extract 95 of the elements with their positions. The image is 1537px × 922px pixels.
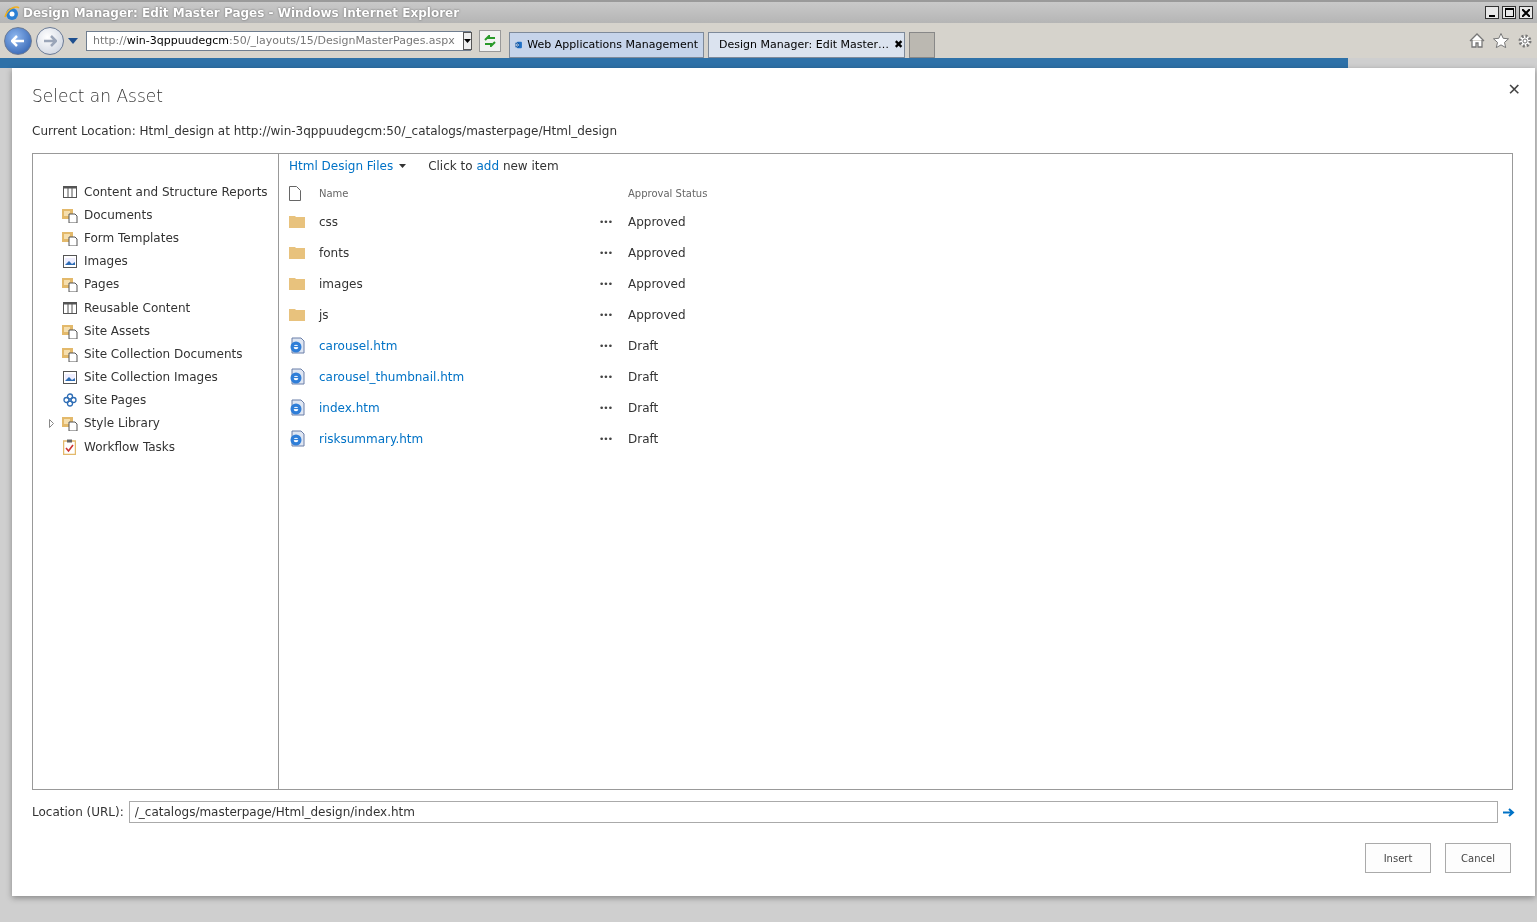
close-button[interactable] xyxy=(1519,6,1533,19)
go-arrow-icon[interactable] xyxy=(1503,807,1515,817)
item-menu-button[interactable]: ••• xyxy=(583,268,628,299)
sidebar-item[interactable]: Site Assets xyxy=(84,323,150,338)
location-label: Location (URL): xyxy=(32,805,124,819)
close-icon xyxy=(1522,8,1530,17)
browser-logo-icon xyxy=(4,4,20,21)
folder-document-icon xyxy=(61,345,78,362)
item-menu-button[interactable]: ••• xyxy=(583,423,628,454)
table-icon xyxy=(62,301,77,314)
settings-icon[interactable] xyxy=(1517,32,1533,49)
sidebar-item[interactable]: Style Library xyxy=(84,416,160,431)
caret-icon xyxy=(399,164,407,168)
approval-status: Draft xyxy=(628,368,660,386)
back-button[interactable] xyxy=(4,26,32,55)
refresh-button[interactable] xyxy=(479,29,501,52)
dropdown-caret-icon[interactable] xyxy=(68,37,78,44)
web-page-icon xyxy=(289,337,305,354)
folder-icon xyxy=(289,277,305,290)
folder-document-icon xyxy=(61,206,78,223)
file-name[interactable]: carousel_thumbnail.htm xyxy=(319,361,583,392)
approval-status: Approved xyxy=(628,244,687,262)
file-name[interactable]: js xyxy=(319,299,583,330)
document-icon xyxy=(289,185,301,201)
file-name[interactable]: fonts xyxy=(319,237,583,268)
sidebar-item[interactable]: Pages xyxy=(84,277,120,292)
view-menu[interactable]: Html Design Files xyxy=(289,159,407,173)
caret-icon xyxy=(463,38,471,43)
sidebar-item[interactable]: Workflow Tasks xyxy=(84,439,176,454)
picture-icon xyxy=(62,254,77,268)
dialog-button[interactable]: Cancel xyxy=(1445,843,1511,873)
minimize-icon xyxy=(1489,14,1495,17)
browser-tab[interactable]: Web Applications Management xyxy=(509,31,704,58)
sidebar-item[interactable]: Form Templates xyxy=(84,230,180,245)
table-icon xyxy=(62,185,77,198)
dialog-title: Select an Asset xyxy=(32,85,163,108)
expand-arrow-icon[interactable] xyxy=(49,418,54,428)
web-page-icon xyxy=(289,368,305,385)
sidebar-item[interactable]: Site Collection Images xyxy=(84,370,218,385)
dialog-button[interactable]: Insert xyxy=(1365,843,1431,873)
file-name[interactable]: risksummary.htm xyxy=(319,423,583,454)
add-link[interactable]: add xyxy=(476,159,500,173)
window-title: Design Manager: Edit Master Pages - Windows Internet Explorer xyxy=(23,5,461,20)
address-field[interactable]: http://win-3qppuudegcm:50/_layouts/15/DesignMasterPages.aspx xyxy=(86,30,471,51)
file-name[interactable]: css xyxy=(319,206,583,237)
browser-tab[interactable]: Design Manager: Edit Master… ✖ xyxy=(708,31,905,58)
item-menu-button[interactable]: ••• xyxy=(583,299,628,330)
folder-document-icon xyxy=(61,276,78,293)
picture-icon xyxy=(62,370,77,384)
home-icon[interactable] xyxy=(1469,33,1485,48)
sidebar-item[interactable]: Content and Structure Reports xyxy=(84,184,268,199)
folder-document-icon xyxy=(61,229,78,246)
flower-icon xyxy=(62,393,77,408)
maximize-icon xyxy=(1504,8,1514,17)
approval-status: Approved xyxy=(628,275,687,293)
star-icon[interactable] xyxy=(1493,33,1509,48)
refresh-icon xyxy=(483,34,497,47)
file-name[interactable]: carousel.htm xyxy=(319,330,583,361)
file-name[interactable]: images xyxy=(319,268,583,299)
approval-status: Draft xyxy=(628,430,660,448)
sidebar-item[interactable]: Site Collection Documents xyxy=(84,346,243,361)
sidebar-item[interactable]: Documents xyxy=(84,207,153,222)
item-menu-button[interactable]: ••• xyxy=(583,206,628,237)
column-header[interactable]: Name xyxy=(319,180,583,206)
web-page-icon xyxy=(289,399,305,416)
maximize-button[interactable] xyxy=(1502,6,1516,19)
sidebar-item[interactable]: Site Pages xyxy=(84,393,147,408)
approval-status: Approved xyxy=(628,213,687,231)
current-location-text: Current Location: Html_design at http://win-3qppuudegcm:50/_catalogs/masterpage/Html_design xyxy=(32,124,619,140)
folder-icon xyxy=(289,246,305,259)
location-field[interactable]: /_catalogs/masterpage/Html_design/index.htm xyxy=(128,801,1498,823)
approval-status: Draft xyxy=(628,337,660,355)
web-page-icon xyxy=(289,430,305,447)
close-button[interactable]: ✕ xyxy=(1507,80,1521,99)
minimize-button[interactable] xyxy=(1485,6,1499,19)
arrow-left-icon xyxy=(11,34,25,47)
approval-status: Draft xyxy=(628,399,660,417)
forward-button[interactable] xyxy=(36,26,64,55)
add-item-hint: Click to add new item xyxy=(428,159,559,173)
column-header[interactable]: Approval Status xyxy=(628,180,1512,206)
sidebar-item[interactable]: Reusable Content xyxy=(84,300,191,315)
item-menu-button[interactable]: ••• xyxy=(583,361,628,392)
folder-document-icon xyxy=(61,415,78,432)
arrow-right-icon xyxy=(43,34,57,47)
item-menu-button[interactable]: ••• xyxy=(583,330,628,361)
folder-icon xyxy=(289,215,305,228)
file-name[interactable]: index.htm xyxy=(319,392,583,423)
approval-status: Approved xyxy=(628,306,687,324)
folder-icon xyxy=(289,308,305,321)
clipboard-check-icon xyxy=(63,438,76,455)
sidebar-item[interactable]: Images xyxy=(84,254,128,269)
item-menu-button[interactable]: ••• xyxy=(583,237,628,268)
folder-document-icon xyxy=(61,322,78,339)
address-dropdown-button[interactable] xyxy=(462,31,472,50)
item-menu-button[interactable]: ••• xyxy=(583,392,628,423)
